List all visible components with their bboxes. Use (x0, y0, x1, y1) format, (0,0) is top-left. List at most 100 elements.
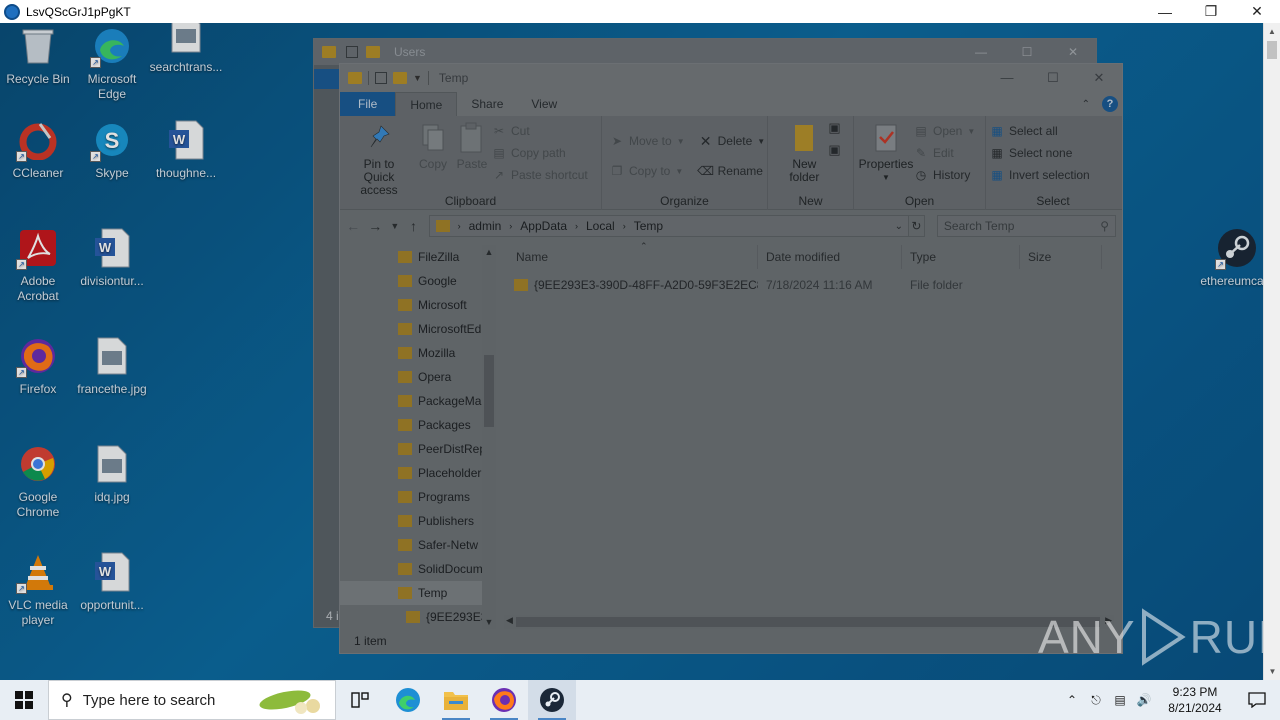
maximize-button[interactable]: ☐ (1030, 70, 1076, 86)
hscroll-thumb[interactable] (516, 617, 1100, 627)
column-header-date[interactable]: Date modified (758, 245, 902, 269)
nav-item[interactable]: Packages (340, 413, 496, 437)
notifications-button[interactable] (1234, 680, 1280, 720)
easy-access-icon[interactable]: ▣ (828, 142, 840, 158)
nav-item[interactable]: FileZilla (340, 245, 496, 269)
copy-to-button[interactable]: ❐ Copy to ▼ (610, 162, 685, 180)
desktop-icon-edge[interactable]: ↗ Microsoft Edge (74, 24, 150, 102)
breadcrumb-admin[interactable]: admin (469, 219, 502, 233)
tab-home[interactable]: Home (395, 92, 458, 116)
edit-button[interactable]: ✎ Edit (914, 144, 975, 162)
search-box[interactable]: ⚲ (936, 215, 1116, 237)
nav-item[interactable]: Programs (340, 485, 496, 509)
nav-item-child[interactable]: {9EE293E3 (340, 605, 496, 629)
open-button[interactable]: ▤ Open ▼ (914, 122, 975, 140)
minimize-button[interactable]: — (984, 70, 1030, 86)
explorer-window-temp[interactable]: ▼ Temp — ☐ ✕ File Home Share View ⌃ ? Pi… (339, 63, 1123, 654)
desktop-scrollbar[interactable]: ▲ ▼ (1263, 23, 1280, 680)
taskbar-file-explorer[interactable] (432, 680, 480, 720)
recent-dropdown-icon[interactable]: ▼ (390, 221, 399, 231)
paste-shortcut-button[interactable]: ↗ Paste shortcut (492, 166, 588, 184)
collapse-ribbon-icon[interactable]: ⌃ (1082, 99, 1090, 110)
desktop-icon-recycle-bin[interactable]: Recycle Bin (0, 24, 76, 87)
nav-item[interactable]: MicrosoftEd (340, 317, 496, 341)
move-to-button[interactable]: ➤ Move to ▼ (610, 132, 685, 150)
taskbar-steam[interactable] (528, 680, 576, 720)
scroll-down-icon[interactable]: ▼ (1264, 663, 1280, 680)
volume-icon[interactable]: 🔊 (1132, 680, 1156, 720)
properties-check-icon[interactable] (346, 46, 358, 58)
quick-access-dropdown-icon[interactable]: ▼ (413, 73, 422, 83)
nav-item[interactable]: PeerDistRep (340, 437, 496, 461)
close-button[interactable]: ✕ (1050, 45, 1096, 59)
desktop-icon-idq[interactable]: idq.jpg (74, 442, 150, 505)
breadcrumb-appdata[interactable]: AppData (520, 219, 567, 233)
desktop-icon-ccleaner[interactable]: ↗ CCleaner (0, 118, 76, 181)
help-icon[interactable]: ? (1102, 96, 1118, 112)
tab-view[interactable]: View (517, 92, 571, 116)
desktop-icon-firefox[interactable]: ↗ Firefox (0, 334, 76, 397)
taskbar-search-input[interactable] (82, 691, 253, 709)
search-input[interactable] (943, 219, 1101, 233)
desktop-icon-skype[interactable]: S ↗ Skype (74, 118, 150, 181)
scroll-up-icon[interactable]: ▲ (1264, 23, 1280, 40)
up-arrow-icon[interactable]: ↑ (406, 218, 420, 234)
navigation-pane[interactable]: FileZilla Google Microsoft MicrosoftEd M… (340, 245, 496, 629)
task-view-button[interactable] (336, 680, 384, 720)
column-header-size[interactable]: Size (1020, 245, 1102, 269)
desktop-icon-opportunit[interactable]: W opportunit... (74, 550, 150, 613)
desktop-icon-vlc[interactable]: ↗ VLC media player (0, 550, 76, 628)
back-file-tab[interactable] (314, 69, 340, 89)
select-none-button[interactable]: ▦ Select none (990, 144, 1090, 162)
nav-item[interactable]: PackageMa (340, 389, 496, 413)
rename-button[interactable]: ⌫ Rename (697, 162, 766, 180)
scroll-up-icon[interactable]: ▲ (482, 247, 496, 257)
nav-item[interactable]: Placeholder (340, 461, 496, 485)
nav-item-selected[interactable]: Temp (340, 581, 496, 605)
restore-button[interactable]: ❐ (1188, 0, 1234, 23)
nav-item[interactable]: Mozilla (340, 341, 496, 365)
usb-device-icon[interactable]: ⎋ (1084, 680, 1108, 720)
cut-button[interactable]: ✂ Cut (492, 122, 588, 140)
taskbar-edge[interactable] (384, 680, 432, 720)
minimize-button[interactable]: — (1142, 0, 1188, 23)
nav-scroll-thumb[interactable] (484, 355, 494, 427)
history-button[interactable]: ◷ History (914, 166, 975, 184)
column-header-name[interactable]: Name (496, 245, 758, 269)
address-bar[interactable]: › admin › AppData › Local › Temp ⌄ (428, 215, 909, 237)
column-header-type[interactable]: Type (902, 245, 1020, 269)
minimize-button[interactable]: — (958, 45, 1004, 59)
window-titlebar[interactable]: ▼ Temp — ☐ ✕ (340, 64, 1122, 92)
tab-share[interactable]: Share (457, 92, 517, 116)
taskbar-search[interactable]: ⚲ (48, 680, 336, 720)
back-arrow-icon[interactable]: ← (346, 218, 360, 234)
nav-item[interactable]: SolidDocum (340, 557, 496, 581)
desktop-icon-thoughne[interactable]: W thoughne... (148, 118, 224, 181)
forward-arrow-icon[interactable]: → (368, 218, 382, 234)
nav-item[interactable]: Publishers (340, 509, 496, 533)
nav-item[interactable]: Safer-Netw (340, 533, 496, 557)
nav-item[interactable]: Microsoft (340, 293, 496, 317)
desktop-icon-francethe[interactable]: francethe.jpg (74, 334, 150, 397)
nav-item[interactable]: Opera (340, 365, 496, 389)
new-folder-quick-icon[interactable] (393, 72, 407, 84)
desktop-icon-divisiontur[interactable]: W divisiontur... (74, 226, 150, 289)
scroll-left-icon[interactable]: ◀ (506, 615, 513, 626)
file-hscrollbar[interactable]: ◀ ▶ (504, 615, 1114, 629)
address-dropdown-icon[interactable]: ⌄ (890, 221, 908, 232)
copy-path-button[interactable]: ▤ Copy path (492, 144, 588, 162)
chevron-up-icon[interactable]: ⌃ (1060, 680, 1084, 720)
properties-check-icon[interactable] (375, 72, 387, 84)
close-button[interactable]: ✕ (1234, 0, 1280, 23)
nav-scrollbar[interactable]: ▲ ▼ (482, 245, 496, 629)
desktop-icon-acrobat[interactable]: ↗ Adobe Acrobat (0, 226, 76, 304)
scroll-down-icon[interactable]: ▼ (482, 617, 496, 627)
breadcrumb-local[interactable]: Local (586, 219, 615, 233)
refresh-icon[interactable]: ↻ (908, 215, 925, 237)
start-button[interactable] (0, 680, 48, 720)
maximize-button[interactable]: ☐ (1004, 45, 1050, 59)
clock[interactable]: 9:23 PM 8/21/2024 (1156, 684, 1234, 716)
delete-button[interactable]: ✕ Delete ▼ (699, 132, 765, 150)
tab-file[interactable]: File (340, 92, 396, 116)
desktop-icon-chrome[interactable]: Google Chrome (0, 442, 76, 520)
